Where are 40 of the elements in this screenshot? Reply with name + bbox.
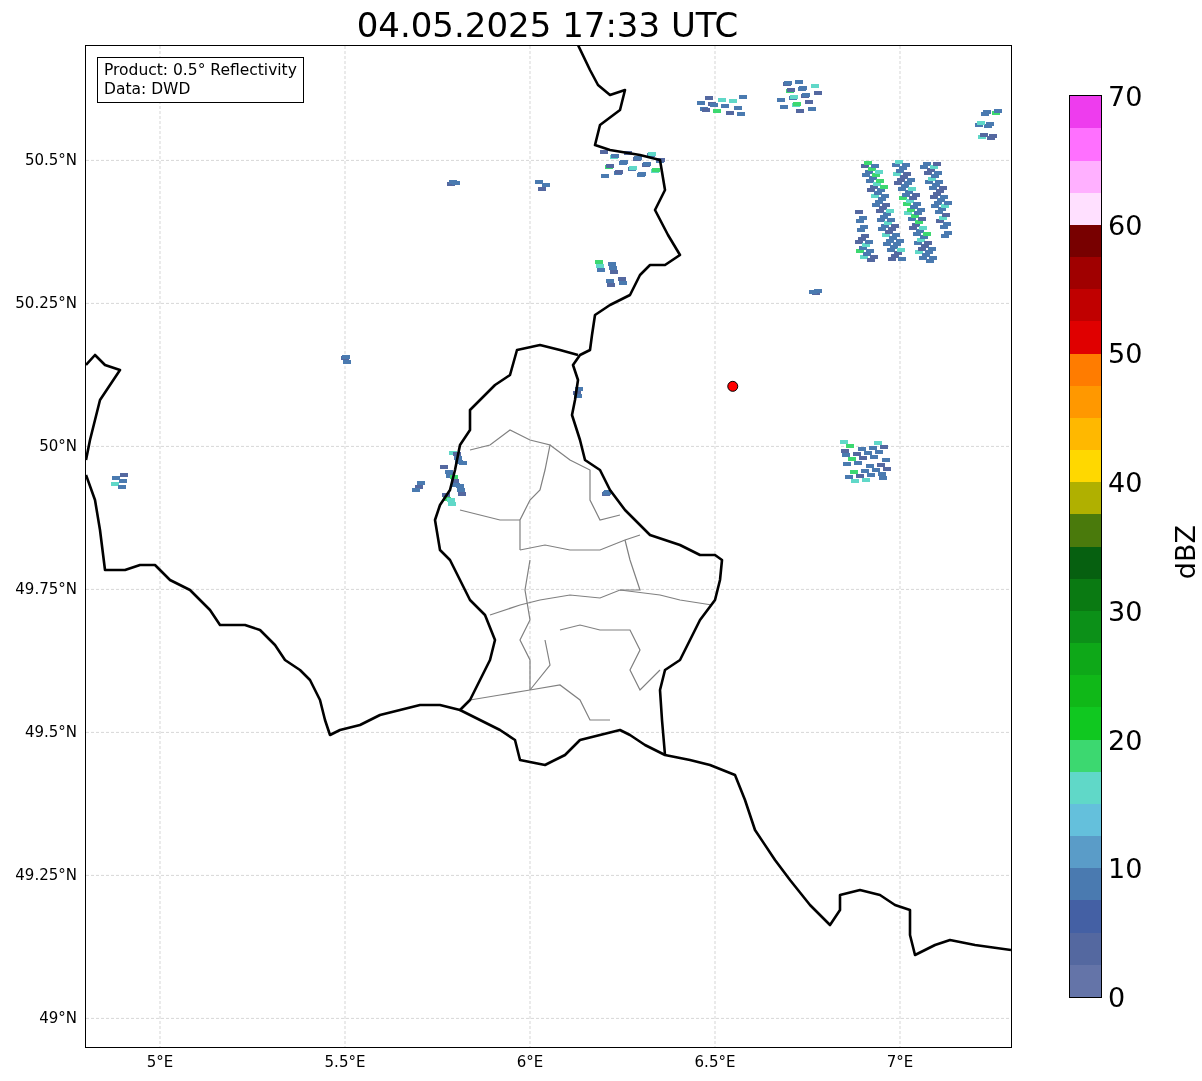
longitude-label: 6°E <box>516 1053 544 1071</box>
chart-title: 04.05.2025 17:33 UTC <box>356 5 739 45</box>
colorbar-tick-label: 0 <box>1108 981 1126 1013</box>
latitude-label: 49.5°N <box>24 723 77 742</box>
latitude-label: 50.25°N <box>15 294 77 313</box>
radar-echo <box>840 440 891 483</box>
radar-echo <box>809 289 822 295</box>
colorbar-tick-label: 30 <box>1108 595 1143 627</box>
colorbar-tick-label: 20 <box>1108 724 1143 756</box>
info-text: Product: 0.5° Reflectivity <box>104 61 297 80</box>
latitude-label: 50.5°N <box>24 151 77 170</box>
radar-echo <box>777 80 822 113</box>
info-text: Data: DWD <box>104 80 192 99</box>
radar-echo <box>573 387 583 398</box>
radar-echo <box>111 473 128 489</box>
colorbar-tick-label: 10 <box>1108 852 1143 884</box>
radar-echo <box>602 490 612 496</box>
latitude-label: 50°N <box>39 437 77 456</box>
radar-echo <box>975 109 1002 140</box>
longitude-label: 6.5°E <box>694 1053 736 1071</box>
latitude-label: 49.75°N <box>15 580 77 599</box>
latitude-label: 49°N <box>39 1009 77 1028</box>
radar-echo <box>412 481 425 492</box>
radar-echo <box>447 180 460 186</box>
colorbar-tick-label: 50 <box>1108 337 1143 369</box>
longitude-label: 5.5°E <box>324 1053 366 1071</box>
longitude-label: 5°E <box>146 1053 174 1071</box>
radar-echo <box>535 180 550 191</box>
radar-echo <box>440 451 467 506</box>
colorbar-label: dBZ <box>1170 525 1202 580</box>
radar-site-marker <box>727 380 739 392</box>
radar-echo <box>697 95 747 116</box>
radar-echo <box>595 260 627 287</box>
colorbar-tick-label: 40 <box>1108 466 1143 498</box>
longitude-label: 7°E <box>886 1053 914 1071</box>
latitude-label: 49.25°N <box>15 866 77 885</box>
colorbar-tick-label: 60 <box>1108 209 1143 241</box>
radar-echo <box>600 150 665 178</box>
colorbar-tick-label: 70 <box>1108 80 1143 112</box>
radar-echo <box>341 355 351 364</box>
